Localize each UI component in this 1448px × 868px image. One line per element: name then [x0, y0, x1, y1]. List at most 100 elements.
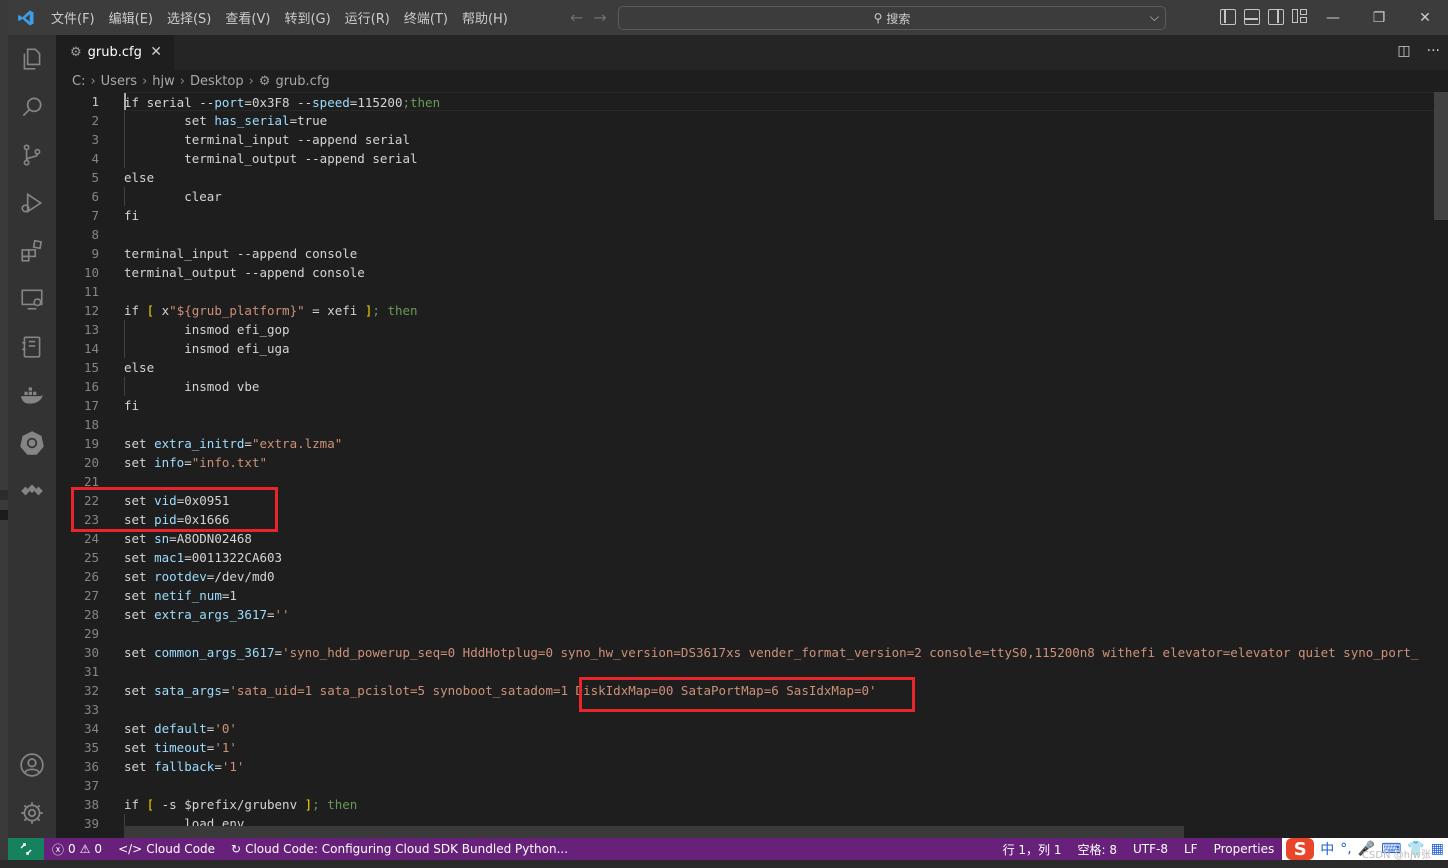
- activity-bar: [8, 35, 56, 838]
- notebook-icon[interactable]: [8, 323, 56, 371]
- run-debug-icon[interactable]: [8, 179, 56, 227]
- menu-item[interactable]: 运行(R): [338, 8, 397, 27]
- code-line[interactable]: set rootdev=/dev/md0: [124, 567, 275, 586]
- ime-punctuation[interactable]: °,: [1340, 841, 1351, 857]
- explorer-icon[interactable]: [8, 35, 56, 83]
- problems-indicator[interactable]: ⓧ 0 ⚠ 0: [44, 841, 110, 858]
- menu-item[interactable]: 选择(S): [160, 8, 218, 27]
- code-line[interactable]: insmod efi_uga: [124, 339, 289, 358]
- code-line[interactable]: if [ -s $prefix/grubenv ]; then: [124, 795, 357, 814]
- code-token: =0011322CA603: [184, 550, 283, 565]
- vertical-scrollbar[interactable]: [1434, 92, 1448, 838]
- line-number: 30: [83, 645, 99, 660]
- language-mode[interactable]: Properties: [1206, 842, 1283, 856]
- chevron-down-icon[interactable]: ⌵: [1150, 10, 1159, 25]
- search-view-icon[interactable]: [8, 83, 56, 131]
- encoding[interactable]: UTF-8: [1125, 842, 1176, 856]
- code-area[interactable]: if serial --port=0x3F8 --speed=115200;th…: [124, 92, 1448, 838]
- menu-item[interactable]: 转到(G): [277, 8, 337, 27]
- code-editor[interactable]: 1 2 3 4 5 6 7 8 9 10 11 12 13 14 15 16 17 18 19 20 21 22 23 24 2…: [56, 92, 1448, 838]
- code-line[interactable]: set netif_num=1: [124, 586, 237, 605]
- toggle-secondary-sidebar-icon[interactable]: [1268, 9, 1284, 25]
- menu-item[interactable]: 编辑(E): [102, 8, 160, 27]
- customize-layout-icon[interactable]: [1292, 9, 1308, 25]
- breadcrumb-item[interactable]: hjw: [152, 74, 174, 89]
- code-token: insmod efi_gop: [124, 322, 290, 337]
- command-center-search[interactable]: ⚲ 搜索 ⌵: [618, 6, 1166, 30]
- forward-arrow-icon[interactable]: →: [593, 8, 606, 27]
- breadcrumb-item[interactable]: Desktop: [190, 74, 244, 89]
- code-token: fallback: [154, 759, 215, 774]
- code-line[interactable]: terminal_input --append console: [124, 244, 357, 263]
- toggle-primary-sidebar-icon[interactable]: [1220, 9, 1236, 25]
- code-line[interactable]: clear: [124, 187, 222, 206]
- code-line[interactable]: set extra_initrd="extra.lzma": [124, 434, 342, 453]
- code-line[interactable]: fi: [124, 206, 139, 225]
- breadcrumb-item[interactable]: Users: [101, 74, 137, 89]
- code-token: has_serial: [214, 113, 290, 128]
- code-line[interactable]: set info="info.txt": [124, 453, 267, 472]
- code-line[interactable]: insmod efi_gop: [124, 320, 290, 339]
- indentation[interactable]: 空格: 8: [1069, 841, 1125, 858]
- vertical-scroll-thumb[interactable]: [1434, 92, 1448, 220]
- toggle-panel-icon[interactable]: [1244, 9, 1260, 25]
- code-token: if: [124, 303, 147, 318]
- accounts-icon[interactable]: [8, 741, 56, 789]
- code-line[interactable]: else: [124, 168, 154, 187]
- settings-gear-icon[interactable]: [8, 789, 56, 837]
- source-control-icon[interactable]: [8, 131, 56, 179]
- code-line[interactable]: set fallback='1': [124, 757, 244, 776]
- horizontal-scrollbar[interactable]: [124, 826, 1434, 838]
- code-token: set: [124, 721, 155, 736]
- status-bar: ⓧ 0 ⚠ 0 </> Cloud Code ↻ Cloud Code: Con…: [8, 838, 1448, 860]
- code-line[interactable]: if serial --port=0x3F8 --speed=115200;th…: [124, 92, 1434, 111]
- remote-explorer-icon[interactable]: [8, 275, 56, 323]
- more-actions-icon[interactable]: ···: [1427, 43, 1440, 59]
- line-number: 18: [83, 417, 99, 432]
- line-number: 32: [83, 683, 99, 698]
- cursor-position[interactable]: 行 1，列 1: [995, 841, 1070, 858]
- split-editor-icon[interactable]: ◫: [1397, 43, 1410, 59]
- grid-menu-icon[interactable]: ▦: [1431, 841, 1444, 857]
- menu-item[interactable]: 文件(F): [44, 8, 102, 27]
- back-arrow-icon[interactable]: ←: [570, 8, 583, 27]
- code-line[interactable]: fi: [124, 396, 139, 415]
- docker-icon[interactable]: [8, 371, 56, 419]
- cloud-code-icon[interactable]: [8, 467, 56, 515]
- minimize-button[interactable]: —: [1310, 0, 1356, 35]
- ime-language[interactable]: 中: [1320, 839, 1334, 859]
- code-line[interactable]: set mac1=0011322CA603: [124, 548, 282, 567]
- menu-item[interactable]: 查看(V): [218, 8, 277, 27]
- horizontal-scroll-thumb[interactable]: [124, 826, 1184, 838]
- menu-item[interactable]: 终端(T): [397, 8, 455, 27]
- menu-item[interactable]: 帮助(H): [455, 8, 515, 27]
- restore-button[interactable]: ❐: [1356, 0, 1402, 35]
- line-number: 31: [83, 664, 99, 679]
- code-line[interactable]: terminal_output --append serial: [124, 149, 417, 168]
- end-of-line[interactable]: LF: [1176, 842, 1206, 856]
- code-line[interactable]: insmod vbe: [124, 377, 259, 396]
- extensions-icon[interactable]: [8, 227, 56, 275]
- remote-indicator-icon[interactable]: [8, 838, 44, 860]
- code-line[interactable]: set common_args_3617='syno_hdd_powerup_s…: [124, 643, 1418, 662]
- close-tab-icon[interactable]: ✕: [150, 44, 162, 60]
- code-line[interactable]: set default='0': [124, 719, 237, 738]
- code-token: common_args_3617: [154, 645, 275, 660]
- code-line[interactable]: set extra_args_3617='': [124, 605, 290, 624]
- kubernetes-icon[interactable]: [8, 419, 56, 467]
- cloud-sdk-progress[interactable]: ↻ Cloud Code: Configuring Cloud SDK Bund…: [223, 842, 576, 856]
- code-line[interactable]: else: [124, 358, 154, 377]
- code-line[interactable]: set has_serial=true: [124, 111, 327, 130]
- code-token: =: [244, 436, 252, 451]
- tab-grub-cfg[interactable]: ⚙ grub.cfg ✕: [56, 35, 174, 70]
- breadcrumb-item[interactable]: C:: [72, 74, 85, 89]
- code-token: port: [214, 95, 245, 110]
- breadcrumb-item[interactable]: grub.cfg: [275, 74, 329, 89]
- code-line[interactable]: if [ x"${grub_platform}" = xefi ]; then: [124, 301, 418, 320]
- cloud-code-status[interactable]: </> Cloud Code: [110, 842, 223, 856]
- line-number: 15: [83, 360, 99, 375]
- code-line[interactable]: set timeout='1': [124, 738, 237, 757]
- code-line[interactable]: terminal_output --append console: [124, 263, 365, 282]
- code-line[interactable]: terminal_input --append serial: [124, 130, 410, 149]
- close-window-button[interactable]: ✕: [1402, 0, 1448, 35]
